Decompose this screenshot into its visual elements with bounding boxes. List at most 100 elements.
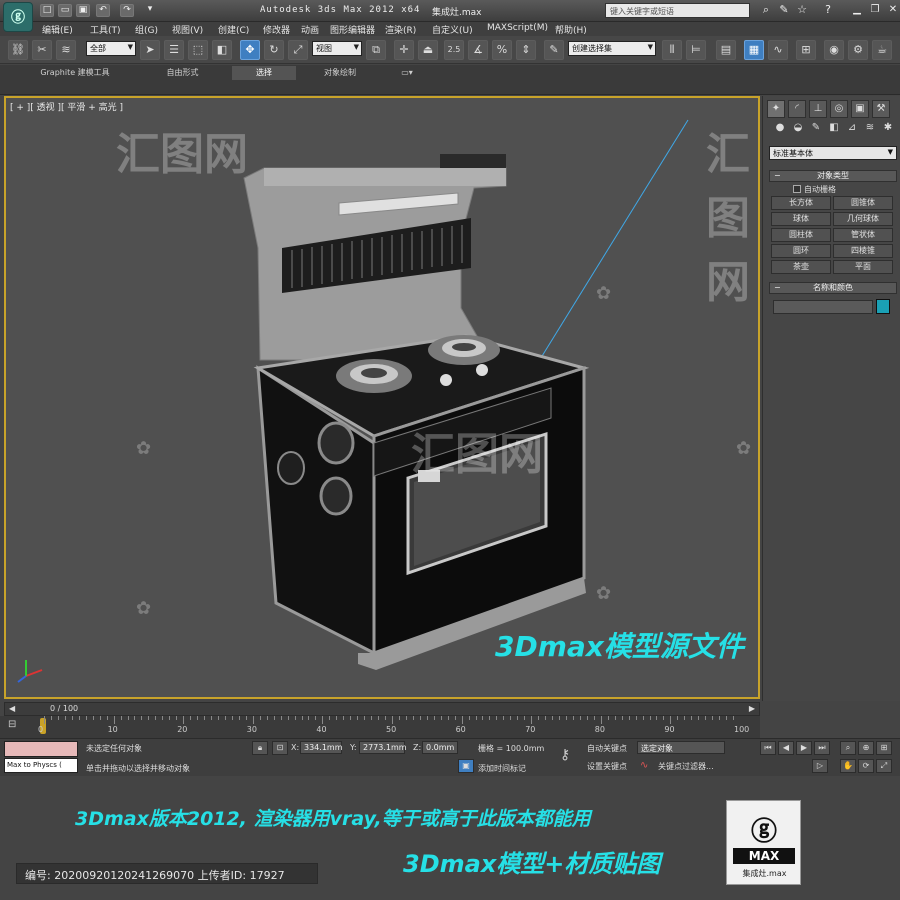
zoom-extents-icon[interactable]: ⊞ bbox=[876, 741, 892, 755]
next-frame-icon[interactable]: ▶ bbox=[749, 704, 755, 713]
create-tab-icon[interactable]: ✦ bbox=[767, 100, 785, 118]
x-coord-field[interactable]: 334.1mm bbox=[300, 741, 343, 754]
pan-icon[interactable]: ✋ bbox=[840, 759, 856, 773]
time-tag-icon[interactable]: ▣ bbox=[458, 759, 474, 773]
spinner-snap-icon[interactable]: ⇕ bbox=[516, 40, 536, 60]
angle-snap-icon[interactable]: ∡ bbox=[468, 40, 488, 60]
tab-object-paint[interactable]: 对象绘制 bbox=[300, 66, 380, 80]
menu-graph-editors[interactable]: 图形编辑器 bbox=[330, 23, 375, 36]
select-and-scale-icon[interactable]: ⤢ bbox=[288, 40, 308, 60]
layer-manager-icon[interactable]: ▤ bbox=[716, 40, 736, 60]
ribbon-options-icon[interactable]: ▭▾ bbox=[392, 66, 422, 80]
menu-modifiers[interactable]: 修改器 bbox=[263, 23, 290, 36]
time-slider-bar[interactable]: 0 / 100 ◀ ▶ bbox=[4, 702, 760, 716]
zoom-all-icon[interactable]: ⊕ bbox=[858, 741, 874, 755]
primitive-category-select[interactable]: 标准基本体 bbox=[769, 146, 897, 160]
curve-editor-icon[interactable]: ∿ bbox=[768, 40, 788, 60]
selection-filter-select[interactable]: 全部 bbox=[86, 41, 136, 56]
tab-selection[interactable]: 选择 bbox=[232, 66, 296, 80]
hierarchy-tab-icon[interactable]: ⊥ bbox=[809, 100, 827, 118]
go-to-start-icon[interactable]: ⏮ bbox=[760, 741, 776, 755]
menu-edit[interactable]: 编辑(E) bbox=[42, 23, 73, 36]
material-editor-icon[interactable]: ◉ bbox=[824, 40, 844, 60]
tab-freeform[interactable]: 自由形式 bbox=[135, 66, 230, 80]
menu-rendering[interactable]: 渲染(R) bbox=[385, 23, 416, 36]
selection-lock-icon[interactable]: 🔒︎ bbox=[252, 741, 268, 755]
new-file-icon[interactable]: □ bbox=[40, 4, 54, 17]
set-key-button[interactable]: 设置关键点 bbox=[587, 761, 627, 772]
shapes-icon[interactable]: ◒ bbox=[791, 122, 805, 136]
object-color-swatch[interactable] bbox=[876, 299, 890, 314]
track-bar[interactable]: ⊟ 0 10 20 30 40 50 60 70 80 90 100 bbox=[0, 716, 760, 738]
add-time-tag[interactable]: 添加时间标记 bbox=[478, 763, 526, 774]
field-of-view-icon[interactable]: ▷ bbox=[812, 759, 828, 773]
utilities-tab-icon[interactable]: ⚒ bbox=[872, 100, 890, 118]
menu-help[interactable]: 帮助(H) bbox=[555, 23, 587, 36]
help-search-input[interactable]: 键入关键字或短语 bbox=[605, 3, 750, 18]
undo-icon[interactable]: ↶ bbox=[96, 4, 110, 17]
maxscript-listener-output[interactable]: Max to Physcs ( bbox=[4, 758, 78, 773]
schematic-view-icon[interactable]: ⊞ bbox=[796, 40, 816, 60]
absolute-mode-icon[interactable]: ⊡ bbox=[272, 741, 288, 755]
render-setup-icon[interactable]: ⚙ bbox=[848, 40, 868, 60]
orbit-icon[interactable]: ⟳ bbox=[858, 759, 874, 773]
select-object-icon[interactable]: ➤ bbox=[140, 40, 160, 60]
zoom-icon[interactable]: ⌕ bbox=[840, 741, 856, 755]
menu-animation[interactable]: 动画 bbox=[301, 23, 319, 36]
display-tab-icon[interactable]: ▣ bbox=[851, 100, 869, 118]
pivot-center-icon[interactable]: ⧉ bbox=[366, 40, 386, 60]
percent-snap-icon[interactable]: % bbox=[492, 40, 512, 60]
menu-tools[interactable]: 工具(T) bbox=[90, 23, 121, 36]
graphite-toggle-icon[interactable]: ▦ bbox=[744, 40, 764, 60]
menu-views[interactable]: 视图(V) bbox=[172, 23, 203, 36]
auto-key-button[interactable]: 自动关键点 bbox=[587, 743, 627, 754]
select-and-rotate-icon[interactable]: ↻ bbox=[264, 40, 284, 60]
teapot-button[interactable]: 茶壶 bbox=[771, 260, 831, 274]
object-type-rollout[interactable]: 对象类型 bbox=[769, 170, 897, 182]
select-by-name-icon[interactable]: ☰ bbox=[164, 40, 184, 60]
unlink-icon[interactable]: ✂ bbox=[32, 40, 52, 60]
torus-button[interactable]: 圆环 bbox=[771, 244, 831, 258]
prev-frame-icon[interactable]: ◀ bbox=[9, 704, 15, 713]
tab-graphite-modeling[interactable]: Graphite 建模工具 bbox=[20, 66, 130, 80]
mini-curve-editor-icon[interactable]: ⊟ bbox=[8, 719, 16, 730]
sphere-button[interactable]: 球体 bbox=[771, 212, 831, 226]
next-key-icon[interactable]: ⏭ bbox=[814, 741, 830, 755]
bind-space-warp-icon[interactable]: ≋ bbox=[56, 40, 76, 60]
tube-button[interactable]: 管状体 bbox=[833, 228, 893, 242]
maximize-viewport-icon[interactable]: ⤢ bbox=[876, 759, 892, 773]
communication-icon[interactable]: ✎ bbox=[776, 3, 792, 18]
snap-toggle-icon[interactable]: 2.5 bbox=[444, 40, 464, 60]
favorites-icon[interactable]: ☆ bbox=[794, 3, 810, 18]
perspective-viewport[interactable]: [ + ][ 透视 ][ 平滑 + 高光 ] 汇图网 汇图网 汇图网 ✿ ✿ ✿… bbox=[4, 96, 760, 699]
y-coord-field[interactable]: 2773.1mm bbox=[359, 741, 407, 754]
help-icon[interactable]: ? bbox=[820, 3, 836, 18]
window-crossing-icon[interactable]: ◧ bbox=[212, 40, 232, 60]
helpers-icon[interactable]: ⊿ bbox=[845, 122, 859, 136]
lights-icon[interactable]: ✎ bbox=[809, 122, 823, 136]
cylinder-button[interactable]: 圆柱体 bbox=[771, 228, 831, 242]
menu-maxscript[interactable]: MAXScript(M) bbox=[487, 23, 548, 33]
key-filters-button[interactable]: 关键点过滤器... bbox=[658, 761, 714, 772]
menu-customize[interactable]: 自定义(U) bbox=[432, 23, 473, 36]
link-icon[interactable]: ⛓ bbox=[8, 40, 28, 60]
z-coord-field[interactable]: 0.0mm bbox=[422, 741, 458, 754]
select-and-move-icon[interactable]: ✥ bbox=[240, 40, 260, 60]
name-and-color-rollout[interactable]: 名称和颜色 bbox=[769, 282, 897, 294]
modify-tab-icon[interactable]: ◜ bbox=[788, 100, 806, 118]
keyboard-shortcut-override-icon[interactable]: ⏏ bbox=[418, 40, 438, 60]
pyramid-button[interactable]: 四棱锥 bbox=[833, 244, 893, 258]
key-mode-select[interactable]: 选定对象 bbox=[637, 741, 725, 754]
render-frame-icon[interactable]: ☕ bbox=[872, 40, 892, 60]
cone-button[interactable]: 圆锥体 bbox=[833, 196, 893, 210]
edit-named-selection-icon[interactable]: ✎ bbox=[544, 40, 564, 60]
systems-icon[interactable]: ✱ bbox=[881, 122, 895, 136]
app-logo-icon[interactable]: ⓖ bbox=[3, 2, 33, 32]
plane-button[interactable]: 平面 bbox=[833, 260, 893, 274]
geosphere-button[interactable]: 几何球体 bbox=[833, 212, 893, 226]
menu-create[interactable]: 创建(C) bbox=[218, 23, 249, 36]
set-key-icon[interactable]: ⚷ bbox=[560, 747, 570, 763]
align-icon[interactable]: ⊨ bbox=[686, 40, 706, 60]
space-warps-icon[interactable]: ≋ bbox=[863, 122, 877, 136]
menu-group[interactable]: 组(G) bbox=[135, 23, 158, 36]
